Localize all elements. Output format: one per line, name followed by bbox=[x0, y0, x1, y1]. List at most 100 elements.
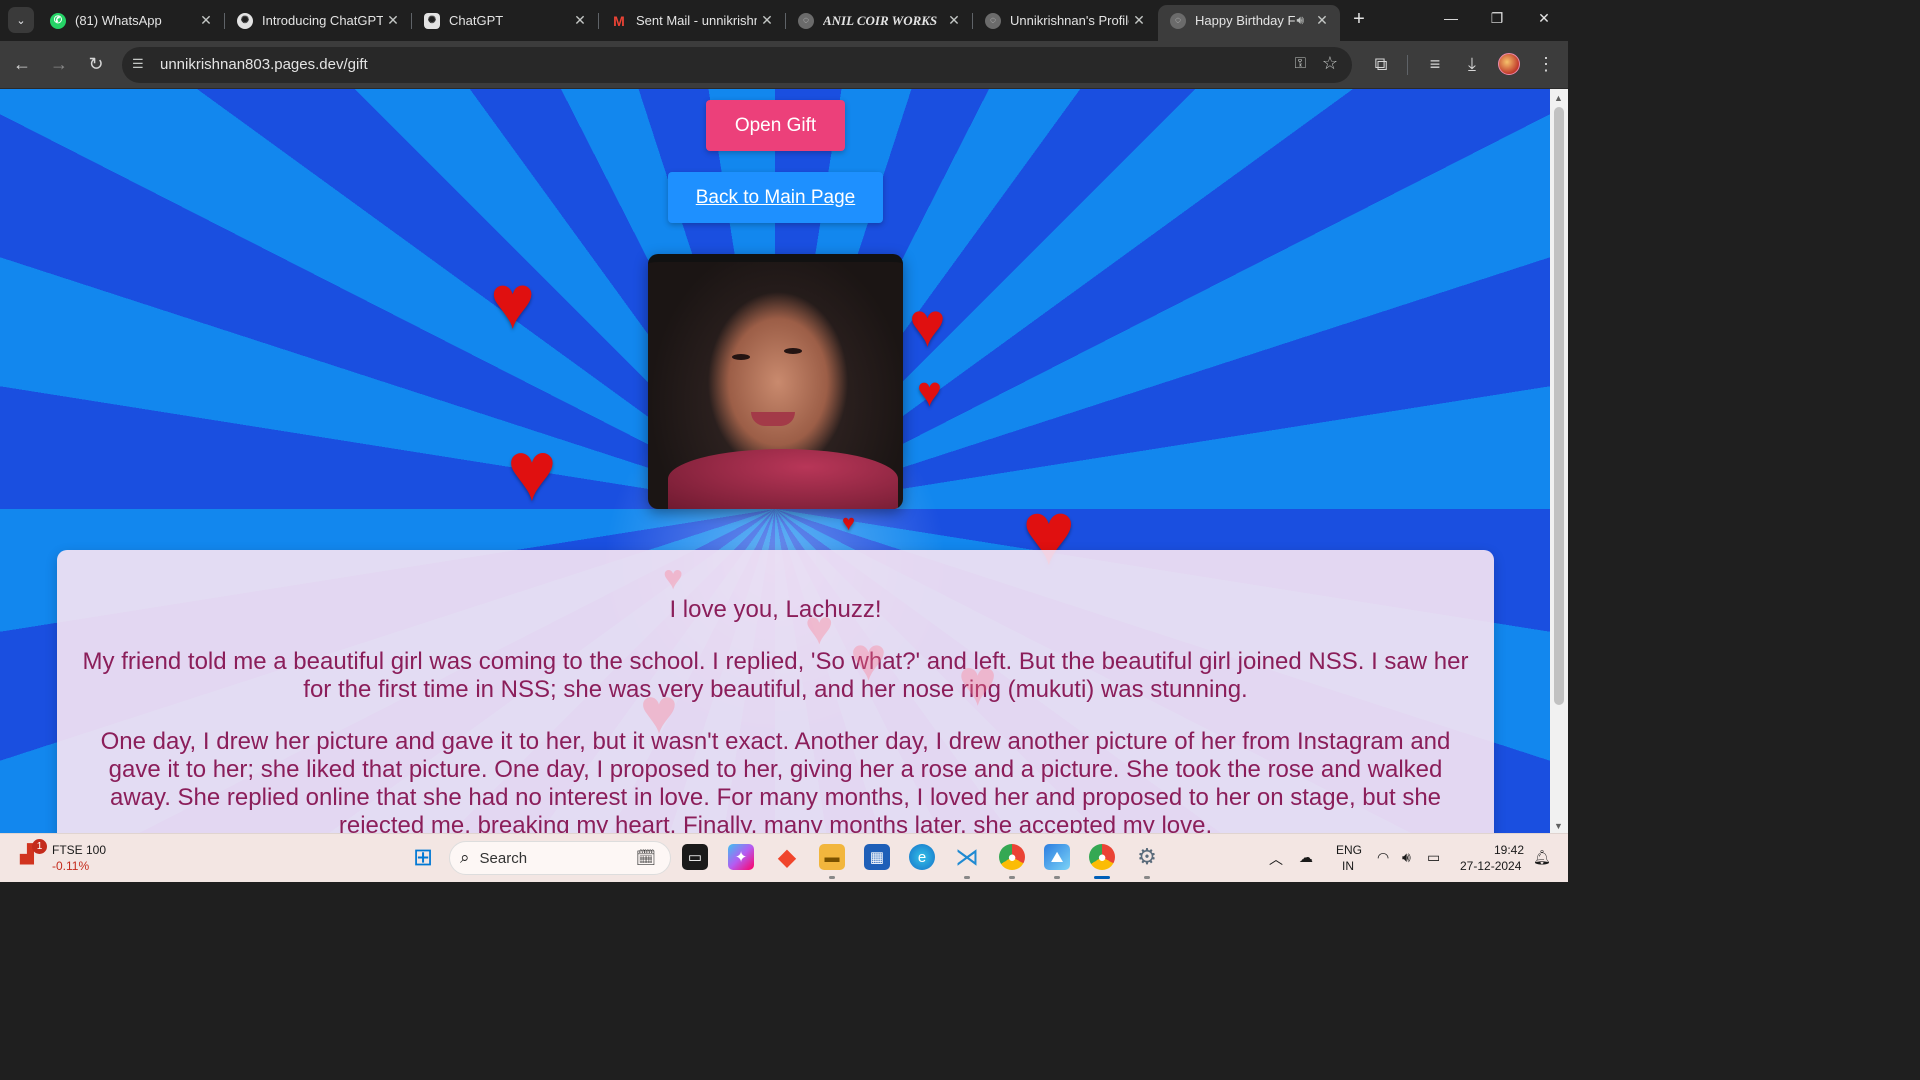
running-indicator bbox=[1144, 876, 1150, 879]
heart-icon: ♥ bbox=[909, 291, 946, 360]
tab-happy-birthday[interactable]: ◌ Happy Birthday F 🔊︎ ✕ bbox=[1158, 5, 1340, 41]
search-icon: ⌕ bbox=[460, 848, 470, 867]
tab-unnikrishnan-profile[interactable]: ◌ Unnikrishnan's Profile ✕ bbox=[973, 5, 1157, 36]
file-explorer-icon[interactable]: ▬ bbox=[819, 844, 845, 870]
tab-chatgpt[interactable]: ✺ ChatGPT ✕ bbox=[412, 5, 598, 36]
tab-title: (81) WhatsApp bbox=[75, 13, 162, 28]
tab-title: ANIL COIR WORKS bbox=[823, 12, 938, 28]
love-message-card: I love you, Lachuzz! My friend told me a… bbox=[57, 550, 1494, 833]
photos-icon[interactable]: ⛰ bbox=[1044, 844, 1070, 870]
tab-close-icon[interactable]: ✕ bbox=[757, 12, 777, 29]
back-to-main-page-link[interactable]: Back to Main Page bbox=[668, 172, 883, 223]
browser-tab-strip: ⌄ ✆ (81) WhatsApp ✕ ✺ Introducing ChatGP… bbox=[0, 0, 1568, 41]
battery-icon[interactable]: ▭ bbox=[1427, 849, 1440, 866]
restore-icon[interactable]: ❐ bbox=[1487, 10, 1507, 27]
microsoft-store-icon[interactable]: ▦ bbox=[864, 844, 890, 870]
open-gift-button[interactable]: Open Gift bbox=[706, 100, 845, 151]
heart-icon: ♥ bbox=[507, 424, 557, 518]
tab-close-icon[interactable]: ✕ bbox=[383, 12, 403, 29]
taskbar-search-box[interactable]: ⌕ Search 🗓︎ bbox=[449, 841, 671, 875]
search-placeholder: Search bbox=[479, 849, 528, 867]
media-control-icon[interactable]: ≡ bbox=[1423, 53, 1447, 75]
language-indicator[interactable]: ENG bbox=[1336, 843, 1362, 857]
tab-whatsapp[interactable]: ✆ (81) WhatsApp ✕ bbox=[38, 5, 224, 36]
tab-title: Unnikrishnan's Profile bbox=[1010, 13, 1129, 28]
page-scrollbar[interactable]: ▲ ▼ bbox=[1550, 89, 1568, 833]
browser-toolbar: ← → ↻ ☰ unnikrishnan803.pages.dev/gift ⚿… bbox=[0, 41, 1568, 89]
region-indicator[interactable]: IN bbox=[1342, 859, 1354, 873]
scroll-down-icon[interactable]: ▼ bbox=[1554, 821, 1563, 831]
download-icon[interactable]: ⤓ bbox=[1460, 53, 1484, 75]
close-window-icon[interactable]: ✕ bbox=[1534, 10, 1554, 27]
tab-close-icon[interactable]: ✕ bbox=[196, 12, 216, 29]
forward-arrow-icon[interactable]: → bbox=[47, 53, 71, 75]
back-arrow-icon[interactable]: ← bbox=[10, 53, 34, 75]
settings-icon[interactable]: ⚙ bbox=[1134, 844, 1160, 870]
tab-introducing-chatgpt[interactable]: ✺ Introducing ChatGPT ✕ bbox=[225, 5, 411, 36]
profile-avatar[interactable] bbox=[1498, 53, 1520, 75]
tab-title: ChatGPT bbox=[449, 13, 504, 28]
password-key-icon[interactable]: ⚿ bbox=[1295, 55, 1306, 72]
onedrive-icon[interactable]: ☁ bbox=[1299, 849, 1313, 866]
address-bar[interactable]: ☰ unnikrishnan803.pages.dev/gift ⚿ ☆ bbox=[122, 47, 1352, 83]
faded-heart-icon: ♥ bbox=[663, 559, 684, 597]
edge-icon[interactable]: e bbox=[909, 844, 935, 870]
tab-anil-coir-works[interactable]: ◌ ANIL COIR WORKS ✕ bbox=[786, 5, 972, 36]
windows-start-icon[interactable]: ⊞ bbox=[410, 844, 436, 871]
running-indicator bbox=[1009, 876, 1015, 879]
new-tab-button[interactable]: + bbox=[1347, 8, 1371, 31]
minimize-icon[interactable]: — bbox=[1441, 10, 1461, 26]
message-paragraph: My friend told me a beautiful girl was c… bbox=[82, 648, 1469, 703]
globe-icon: ◌ bbox=[798, 12, 814, 29]
wifi-icon[interactable]: ◠ bbox=[1377, 849, 1389, 866]
task-view-icon[interactable]: ▭ bbox=[682, 844, 708, 870]
notifications-bell-icon[interactable]: 🔔︎ bbox=[1533, 849, 1551, 866]
gmail-icon: M bbox=[613, 12, 625, 29]
tab-close-icon[interactable]: ✕ bbox=[944, 12, 964, 29]
reload-icon[interactable]: ↻ bbox=[84, 53, 108, 75]
volume-icon[interactable]: 🔊︎ bbox=[1402, 849, 1411, 866]
heart-icon: ♥ bbox=[917, 368, 942, 415]
clock-date[interactable]: 27-12-2024 bbox=[1460, 859, 1521, 873]
faded-heart-icon: ♥ bbox=[805, 602, 834, 655]
scroll-up-icon[interactable]: ▲ bbox=[1554, 93, 1563, 103]
menu-kebab-icon[interactable]: ⋮ bbox=[1534, 53, 1558, 75]
running-indicator-active bbox=[1094, 876, 1110, 879]
whatsapp-icon: ✆ bbox=[50, 12, 66, 29]
chrome-active-icon[interactable]: ● bbox=[1089, 844, 1115, 870]
search-highlight-icon: 🗓︎ bbox=[635, 850, 656, 867]
site-info-icon[interactable]: ☰ bbox=[132, 56, 144, 72]
running-indicator bbox=[829, 876, 835, 879]
chrome-icon[interactable]: ● bbox=[999, 844, 1025, 870]
tab-title: Introducing ChatGPT bbox=[262, 13, 383, 28]
tab-close-icon[interactable]: ✕ bbox=[570, 12, 590, 29]
photo-shirt bbox=[668, 449, 898, 509]
tab-title: Happy Birthday F bbox=[1195, 13, 1296, 28]
show-hidden-icons-chevron[interactable]: ︿ bbox=[1269, 849, 1283, 869]
profile-photo bbox=[648, 254, 903, 509]
vscode-icon[interactable]: ⋊ bbox=[954, 844, 980, 871]
tab-close-icon[interactable]: ✕ bbox=[1312, 12, 1332, 29]
message-paragraph: One day, I drew her picture and gave it … bbox=[100, 728, 1451, 833]
url-text: unnikrishnan803.pages.dev/gift bbox=[160, 56, 368, 73]
page-viewport: Open Gift Back to Main Page ♥ ♥ ♥ ♥ ♥ ♥ … bbox=[0, 89, 1550, 833]
chatgpt-icon: ✺ bbox=[424, 12, 440, 29]
running-indicator bbox=[1054, 876, 1060, 879]
stock-name: FTSE 100 bbox=[52, 843, 107, 857]
chatgpt-icon: ✺ bbox=[237, 12, 253, 29]
extensions-icon[interactable]: ⧉ bbox=[1369, 53, 1393, 75]
photo-smile bbox=[751, 412, 795, 426]
heart-icon: ♥ bbox=[490, 260, 536, 345]
tab-close-icon[interactable]: ✕ bbox=[1129, 12, 1149, 29]
copilot-icon[interactable]: ✦ bbox=[728, 844, 754, 870]
tab-search-chevron-icon[interactable]: ⌄ bbox=[8, 7, 34, 33]
scroll-thumb[interactable] bbox=[1554, 107, 1564, 705]
tab-sent-mail[interactable]: M Sent Mail - unnikrishn ✕ bbox=[599, 5, 785, 36]
office-icon[interactable]: ◆ bbox=[774, 844, 800, 871]
speaker-icon[interactable]: 🔊︎ bbox=[1296, 13, 1304, 28]
message-heading: I love you, Lachuzz! bbox=[669, 596, 882, 623]
faded-heart-icon: ♥ bbox=[850, 625, 887, 694]
bookmark-star-icon[interactable]: ☆ bbox=[1322, 53, 1338, 74]
clock-time[interactable]: 19:42 bbox=[1494, 843, 1524, 857]
windows-taskbar: ▟ 1 FTSE 100 -0.11% ⊞ ⌕ Search 🗓︎ ▭ ✦ ◆ … bbox=[0, 833, 1568, 882]
